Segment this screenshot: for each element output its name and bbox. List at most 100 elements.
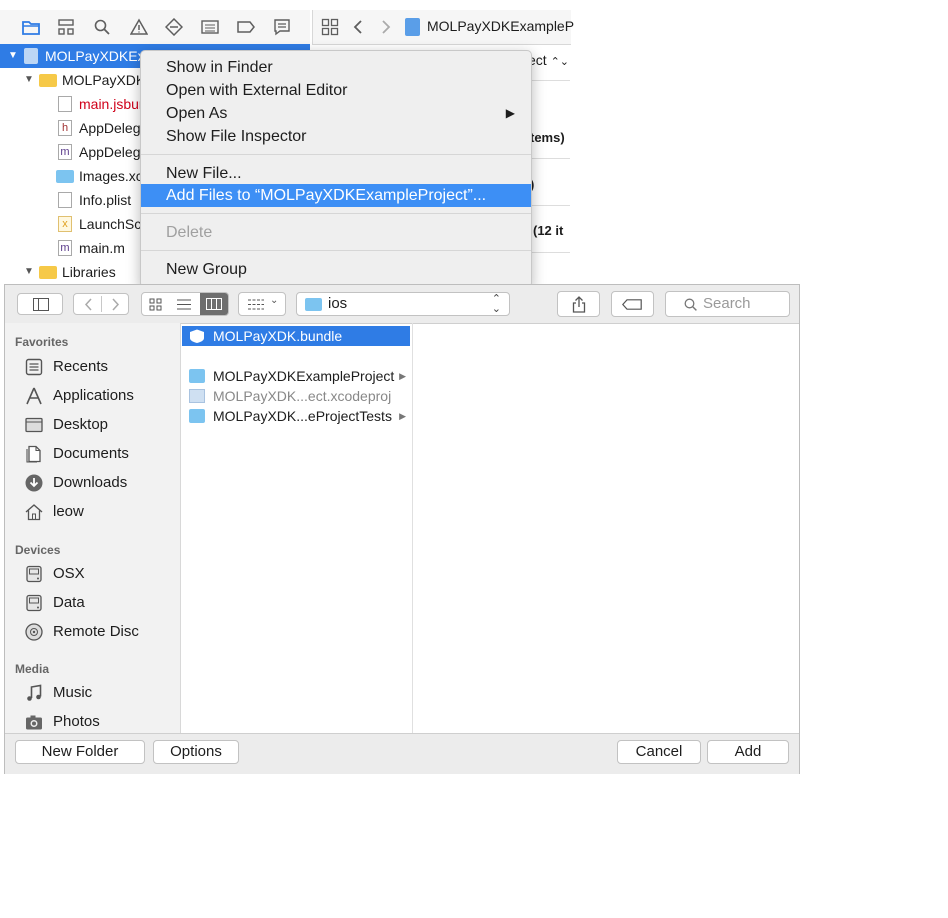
open-file-dialog: ⌄ ios ⌃ ⌄ Search Favorites Recents Applic…	[4, 284, 800, 774]
documents-icon	[26, 445, 41, 463]
sidebar-toggle-button[interactable]	[17, 293, 63, 315]
sidebar-item-label: Applications	[53, 387, 134, 404]
file-row-xcodeproj[interactable]: MOLPayXDK...ect.xcodeproj	[182, 386, 410, 406]
sidebar-item-data[interactable]: Data	[15, 590, 175, 616]
sidebar-section-devices: Devices	[15, 543, 61, 557]
back-chevron-icon[interactable]	[84, 298, 94, 311]
menu-item-delete[interactable]: Delete	[141, 221, 531, 244]
options-button[interactable]: Options	[153, 740, 239, 764]
find-navigator-icon[interactable]	[93, 18, 111, 36]
report-navigator-icon[interactable]	[273, 18, 291, 36]
tag-button[interactable]	[611, 291, 654, 317]
tag-icon	[622, 299, 642, 310]
disclosure-triangle-icon[interactable]: ▼	[8, 44, 18, 68]
debug-navigator-icon[interactable]	[201, 18, 219, 36]
search-field[interactable]: Search	[665, 291, 790, 317]
sidebar-item-music[interactable]: Music	[15, 680, 175, 706]
group-name: Libraries	[62, 264, 116, 280]
submenu-arrow-icon: ▶	[505, 106, 515, 120]
bundle-file-icon	[58, 96, 72, 112]
menu-item-open-as[interactable]: Open As ▶	[141, 102, 531, 125]
updown-chevron-icon: ⌃⌄	[550, 56, 570, 68]
forward-chevron-icon[interactable]	[376, 18, 394, 36]
forward-chevron-icon[interactable]	[110, 298, 120, 311]
music-icon	[27, 684, 42, 701]
menu-item-new-group[interactable]: New Group	[141, 258, 531, 281]
issue-navigator-icon[interactable]	[130, 18, 148, 36]
scheme-popup[interactable]: ect ⌃⌄	[528, 52, 569, 68]
sidebar-item-osx[interactable]: OSX	[15, 561, 175, 587]
breakpoint-navigator-icon[interactable]	[237, 18, 255, 36]
file-name: LaunchSc	[79, 216, 142, 232]
sidebar-item-documents[interactable]: Documents	[15, 441, 175, 467]
new-folder-button[interactable]: New Folder	[15, 740, 145, 764]
sidebar-item-label: Data	[53, 594, 85, 611]
sidebar-section-favorites: Favorites	[15, 335, 69, 349]
symbol-navigator-icon[interactable]	[57, 18, 75, 36]
dialog-toolbar: ⌄ ios ⌃ ⌄ Search	[5, 285, 799, 324]
disclosure-triangle-icon[interactable]: ▼	[24, 68, 34, 92]
sidebar-section-media: Media	[15, 662, 50, 676]
column-view-icon	[206, 298, 222, 310]
test-navigator-icon[interactable]	[165, 18, 183, 36]
menu-item-add-files[interactable]: Add Files to “MOLPayXDKExampleProject”..…	[141, 184, 531, 207]
folder-icon	[189, 409, 205, 423]
project-navigator-icon[interactable]	[22, 18, 40, 36]
disclosure-triangle-icon[interactable]: ▼	[24, 260, 34, 284]
back-chevron-icon[interactable]	[350, 18, 368, 36]
icon-view-icon[interactable]	[149, 298, 162, 311]
file-row-folder[interactable]: MOLPayXDKExampleProject ▶	[182, 366, 410, 386]
file-row-bundle[interactable]: MOLPayXDK.bundle	[182, 326, 410, 346]
list-view-icon[interactable]	[177, 298, 191, 311]
sidebar-item-photos[interactable]: Photos	[15, 709, 175, 733]
source-file-icon: m	[58, 240, 72, 256]
sidebar-item-applications[interactable]: Applications	[15, 383, 175, 409]
project-file-icon	[405, 18, 420, 36]
breadcrumb[interactable]: MOLPayXDKExampleP	[427, 18, 574, 34]
share-button[interactable]	[557, 291, 600, 317]
context-menu: Show in Finder Open with External Editor…	[140, 50, 532, 288]
file-name: main.jsbun	[79, 96, 147, 112]
sidebar-toggle-icon	[33, 298, 49, 311]
applications-icon	[26, 387, 42, 405]
menu-item-open-external-editor[interactable]: Open with External Editor	[141, 79, 531, 102]
search-icon	[684, 298, 697, 311]
file-name: MOLPayXDK.bundle	[213, 328, 343, 344]
cancel-button[interactable]: Cancel	[617, 740, 701, 764]
related-items-icon[interactable]	[321, 18, 339, 36]
column-view-button[interactable]	[200, 293, 228, 315]
asset-catalog-icon	[56, 170, 74, 183]
path-popup[interactable]: ios ⌃ ⌄	[296, 292, 510, 316]
add-button[interactable]: Add	[707, 740, 789, 764]
menu-item-show-file-inspector[interactable]: Show File Inspector	[141, 125, 531, 148]
file-row-folder[interactable]: MOLPayXDK...eProjectTests ▶	[182, 406, 410, 426]
menu-separator	[141, 250, 531, 251]
file-name: MOLPayXDK...ect.xcodeproj	[213, 388, 392, 404]
header-file-icon: h	[58, 120, 72, 136]
menu-separator	[141, 213, 531, 214]
path-popup-label: ios	[328, 295, 348, 312]
sidebar-item-recents[interactable]: Recents	[15, 354, 175, 380]
xib-file-icon: x	[58, 216, 72, 232]
search-placeholder: Search	[703, 295, 751, 312]
sidebar-item-desktop[interactable]: Desktop	[15, 412, 175, 438]
disclosure-arrow-icon: ▶	[399, 371, 406, 381]
sidebar-item-downloads[interactable]: Downloads	[15, 470, 175, 496]
arrange-popup[interactable]: ⌄	[238, 292, 286, 316]
sidebar-item-remote-disc[interactable]: Remote Disc	[15, 619, 175, 645]
divider	[528, 205, 570, 206]
disclosure-arrow-icon: ▶	[399, 411, 406, 421]
group-name: MOLPayXDK	[62, 72, 146, 88]
menu-item-new-file[interactable]: New File...	[141, 162, 531, 185]
source-file-icon: m	[58, 144, 72, 160]
recents-icon	[25, 358, 43, 376]
sidebar-item-label: OSX	[53, 565, 85, 582]
sidebar-item-home[interactable]: leow	[15, 499, 175, 525]
menu-item-show-in-finder[interactable]: Show in Finder	[141, 56, 531, 79]
file-name: MOLPayXDKExampleProject	[213, 368, 395, 384]
divider	[528, 252, 570, 253]
sidebar-item-label: leow	[53, 503, 84, 520]
file-name: MOLPayXDK...eProjectTests	[213, 408, 392, 424]
sidebar-item-label: Documents	[53, 445, 129, 462]
file-name: AppDeleg	[79, 144, 141, 160]
